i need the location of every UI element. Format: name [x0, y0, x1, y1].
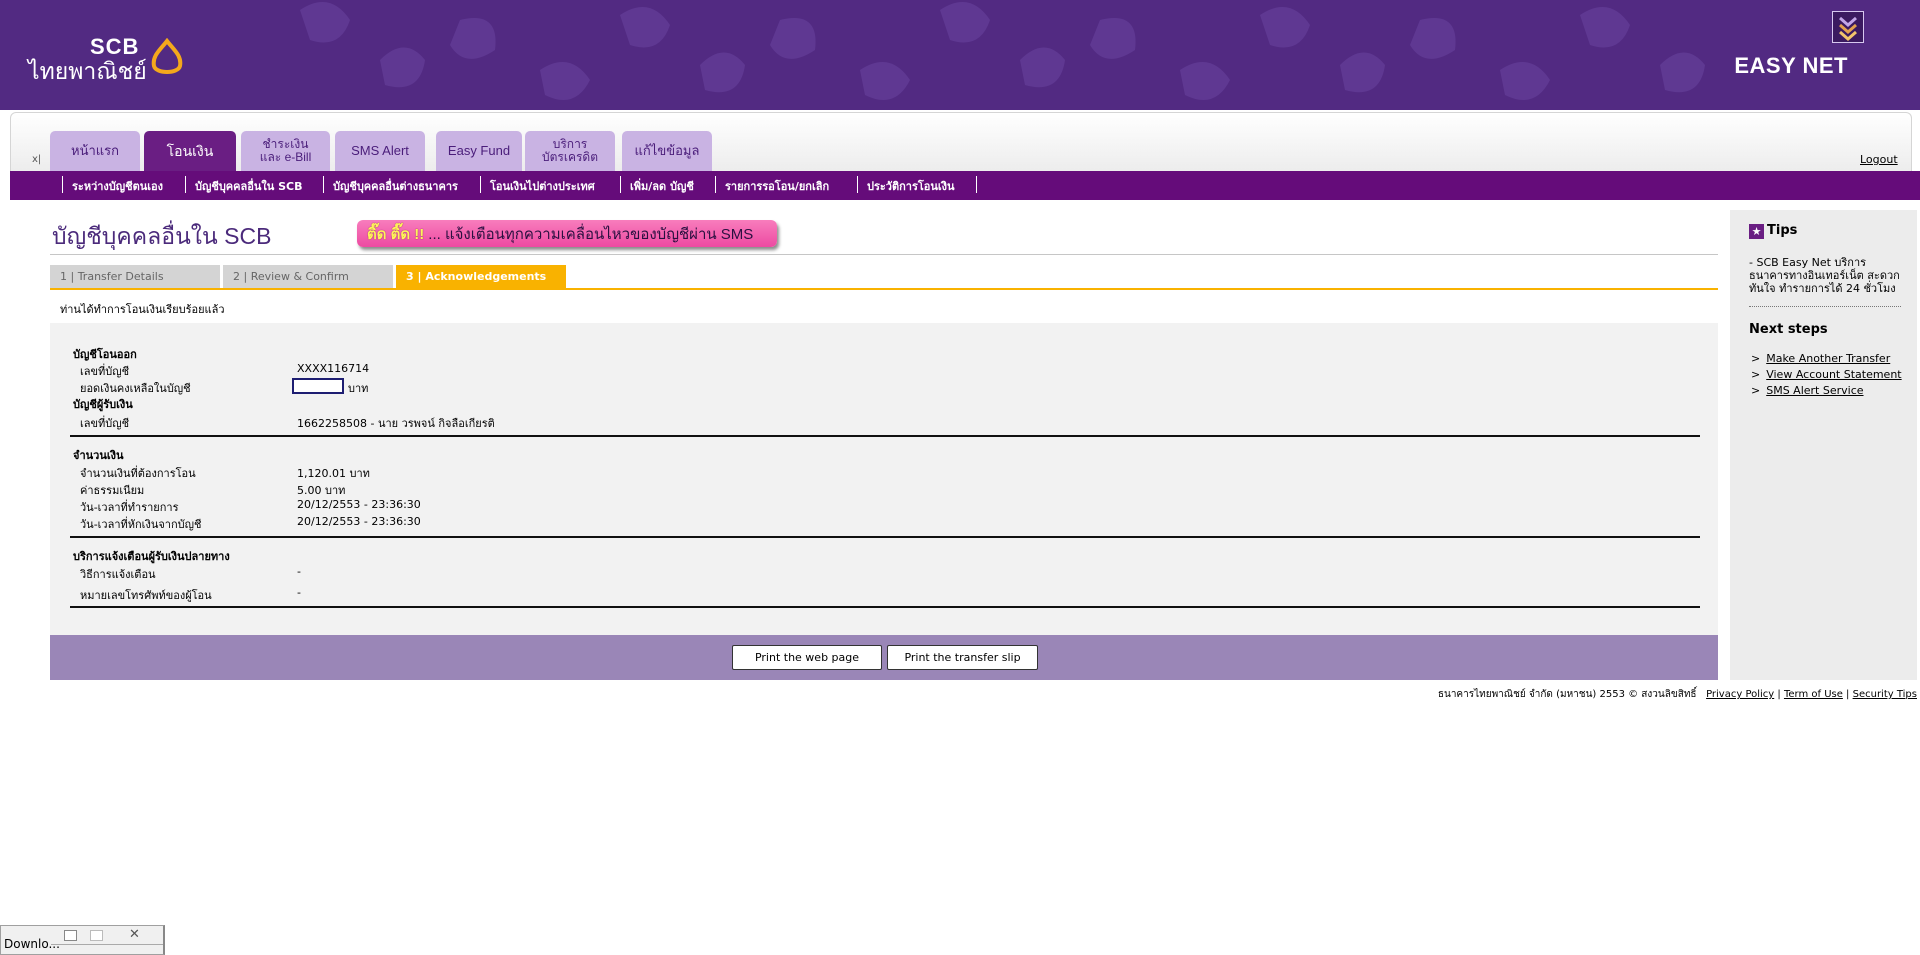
subnav-separator — [480, 176, 481, 193]
subnav-item-5[interactable]: เพิ่ม/ลด บัญชี — [630, 177, 694, 195]
download-bar-line — [51, 944, 163, 945]
amount-label: จำนวนเงินที่ต้องการโอน — [80, 467, 196, 480]
print-web-page-button[interactable]: Print the web page — [732, 645, 882, 670]
tips-text: - SCB Easy Net บริการธนาคารทางอินเทอร์เน… — [1749, 256, 1900, 295]
tab-home[interactable]: หน้าแรก — [50, 131, 140, 171]
site-header: SCB ไทยพาณิชย์ EASY NET — [0, 0, 1920, 110]
scb-logo-mark-icon — [151, 38, 183, 74]
to-account-label: เลขที่บัญชี — [80, 417, 130, 430]
page-title: บัญชีบุคคลอื่นใน SCB — [52, 223, 272, 249]
restore-icon[interactable] — [64, 930, 77, 941]
tab-easy-fund[interactable]: Easy Fund — [436, 131, 522, 171]
chevron-down-badge-icon[interactable] — [1832, 11, 1864, 43]
close-icon[interactable]: ✕ — [129, 927, 140, 942]
notify-section-title: บริการแจ้งเตือนผู้รับเงินปลายทาง — [73, 550, 230, 563]
section-divider — [70, 606, 1700, 608]
download-label: Downlo... — [4, 937, 60, 951]
security-tips-link[interactable]: Security Tips — [1853, 689, 1917, 700]
tab-edit-info[interactable]: แก้ไขข้อมูล — [622, 131, 712, 171]
notify-phone-label: หมายเลขโทรศัพท์ของผู้โอน — [80, 589, 212, 602]
from-account-value: XXXX116714 — [297, 362, 370, 375]
subnav-item-2[interactable]: บัญชีบุคคลอื่นใน SCB — [195, 177, 303, 195]
fee-label: ค่าธรรมเนียม — [80, 484, 145, 497]
step-3-current: 3 | Acknowledgements — [396, 265, 566, 288]
from-account-section-title: บัญชีโอนออก — [73, 348, 137, 361]
print-transfer-slip-button[interactable]: Print the transfer slip — [887, 645, 1038, 670]
notify-method-label: วิธีการแจ้งเตือน — [80, 568, 156, 581]
notify-phone-value: - — [297, 586, 301, 599]
subnav-item-1[interactable]: ระหว่างบัญชีตนเอง — [72, 177, 163, 195]
copyright-text: ธนาคารไทยพาณิชย์ จำกัด (มหาชน) 2553 © สง… — [1437, 689, 1697, 700]
subnav-separator — [62, 176, 63, 193]
from-account-label: เลขที่บัญชี — [80, 365, 130, 378]
sms-alert-service-link[interactable]: SMS Alert Service — [1766, 384, 1863, 397]
balance-value-field — [292, 378, 344, 394]
amount-section-title: จำนวนเงิน — [73, 449, 124, 462]
star-icon: ★ — [1749, 224, 1764, 239]
next-step-item: > Make Another Transfer — [1751, 352, 1891, 365]
promo-text: ... แจ้งเตือนทุกความเคลื่อนไหวของบัญชีผ่… — [428, 225, 754, 243]
step-1: 1 | Transfer Details — [50, 265, 220, 288]
privacy-policy-link[interactable]: Privacy Policy — [1706, 689, 1774, 700]
section-divider — [70, 435, 1700, 437]
subnav-separator — [185, 176, 186, 193]
subnav-item-6[interactable]: รายการรอโอน/ยกเลิก — [725, 177, 829, 195]
subnav-item-7[interactable]: ประวัติการโอนเงิน — [867, 177, 955, 195]
next-step-item: > View Account Statement — [1751, 368, 1902, 381]
terms-of-use-link[interactable]: Term of Use — [1784, 689, 1843, 700]
footer: ธนาคารไทยพาณิชย์ จำกัด (มหาชน) 2553 © สง… — [1437, 689, 1917, 700]
subnav-separator — [620, 176, 621, 193]
close-small-icon[interactable]: x| — [32, 154, 41, 165]
dotted-divider — [1749, 306, 1901, 307]
maximize-icon[interactable] — [90, 930, 103, 941]
to-account-value: 1662258508 - นาย วรพจน์ กิจลือเกียรติ — [297, 417, 495, 430]
sub-navigation: ระหว่างบัญชีตนเอง บัญชีบุคคลอื่นใน SCB บัญ… — [10, 171, 1920, 200]
subnav-separator — [323, 176, 324, 193]
transaction-time-value: 20/12/2553 - 23:36:30 — [297, 498, 421, 511]
to-account-section-title: บัญชีผู้รับเงิน — [73, 398, 133, 411]
subnav-item-3[interactable]: บัญชีบุคคลอื่นต่างธนาคาร — [333, 177, 458, 195]
subnav-separator — [715, 176, 716, 193]
step-divider — [50, 288, 1718, 290]
debit-time-label: วัน-เวลาที่หักเงินจากบัญชี — [80, 518, 202, 531]
next-step-item: > SMS Alert Service — [1751, 384, 1864, 397]
logo-thai-text: ไทยพาณิชย์ — [28, 58, 147, 84]
debit-time-value: 20/12/2553 - 23:36:30 — [297, 515, 421, 528]
download-bar: ✕ Downlo... — [0, 925, 165, 955]
subnav-item-4[interactable]: โอนเงินไปต่างประเทศ — [490, 177, 595, 195]
amount-value: 1,120.01 บาท — [297, 467, 370, 480]
success-message: ท่านได้ทำการโอนเงินเรียบร้อยแล้ว — [60, 303, 225, 316]
step-2: 2 | Review & Confirm — [223, 265, 393, 288]
notify-method-value: - — [297, 565, 301, 578]
transaction-time-label: วัน-เวลาที่ทำรายการ — [80, 501, 179, 514]
logout-link[interactable]: Logout — [1860, 153, 1898, 166]
tab-sms-alert[interactable]: SMS Alert — [335, 131, 425, 171]
view-account-statement-link[interactable]: View Account Statement — [1766, 368, 1901, 381]
sms-promo-banner[interactable]: ติ๊ด ติ๊ด !! ... แจ้งเตือนทุกความเคลื่อน… — [357, 220, 777, 247]
subnav-separator — [857, 176, 858, 193]
section-divider — [70, 536, 1700, 538]
tips-title: Tips — [1767, 223, 1798, 238]
fee-value: 5.00 บาท — [297, 484, 346, 497]
tab-bill-payment[interactable]: ชำระเงิน และ e-Bill — [241, 131, 330, 171]
subnav-separator — [976, 176, 977, 193]
easy-net-brand: EASY NET — [1734, 53, 1848, 78]
header-pattern — [300, 2, 1705, 100]
promo-highlight: ติ๊ด ติ๊ด !! — [367, 225, 425, 243]
next-steps-title: Next steps — [1749, 322, 1828, 337]
tab-credit-card[interactable]: บริการ บัตรเครดิต — [525, 131, 615, 171]
tab-transfer[interactable]: โอนเงิน — [144, 131, 236, 171]
title-divider — [50, 254, 1718, 255]
balance-unit: บาท — [348, 382, 369, 395]
button-bar — [50, 635, 1718, 680]
make-another-transfer-link[interactable]: Make Another Transfer — [1766, 352, 1890, 365]
